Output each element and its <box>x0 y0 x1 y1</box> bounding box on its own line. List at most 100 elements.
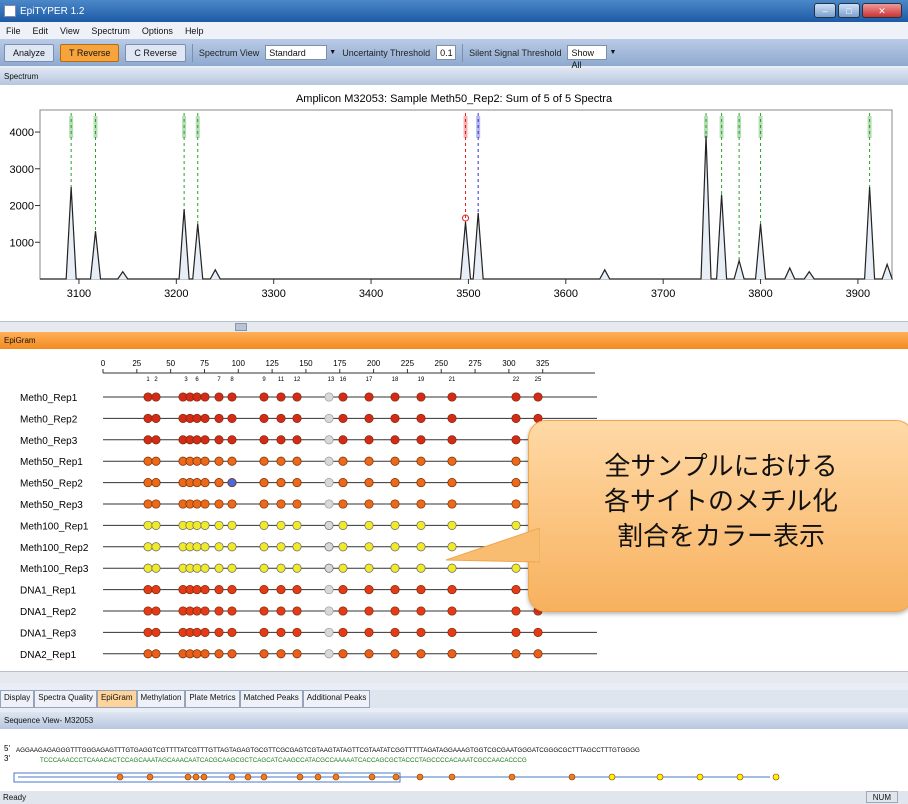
scrollbar-thumb[interactable] <box>235 323 247 331</box>
tab-epigram[interactable]: EpiGram <box>96 690 137 708</box>
strand-label: 3' <box>4 754 10 763</box>
cpg-site-dot <box>143 542 153 552</box>
silent-signal-threshold-select[interactable]: Show All <box>567 45 608 70</box>
site-label: 18 <box>392 377 399 383</box>
spectrum-view-select[interactable]: Standard <box>265 45 328 60</box>
tab-plate-metrics[interactable]: Plate Metrics <box>185 690 240 708</box>
c-reverse-button[interactable]: C Reverse <box>125 43 186 62</box>
spectrum-trace <box>40 135 893 280</box>
sequence-site-dot <box>314 773 322 781</box>
sequence-bottom: TCCCAAACCCTCAAACACTCCAGCAAATAGCAAACAATCA… <box>40 757 527 764</box>
cpg-site-dot <box>192 627 202 637</box>
maximize-button[interactable]: □ <box>838 3 860 18</box>
menu-spectrum[interactable]: Spectrum <box>85 26 136 36</box>
spectrum-panel: Amplicon M32053: Sample Meth50_Rep2: Sum… <box>0 85 908 321</box>
sample-label: DNA1_Rep1 <box>20 586 77 597</box>
epigram-scrollbar[interactable] <box>0 671 908 683</box>
cpg-site-dot <box>143 563 153 573</box>
sequence-site-dot <box>368 773 376 781</box>
cpg-site-dot <box>200 478 210 488</box>
cpg-site-dot <box>214 627 224 637</box>
cpg-site-dot <box>143 499 153 509</box>
cpg-site-dot <box>416 392 426 402</box>
sequence-top: AGGAAGAGAGGGTTTGGGAGAGTTTGTGAGGTCGTTTTAT… <box>16 747 640 754</box>
tab-methylation[interactable]: Methylation <box>136 690 186 708</box>
cpg-site-dot <box>259 478 269 488</box>
cpg-site-dot <box>338 542 348 552</box>
spectrum-scrollbar[interactable] <box>0 321 908 332</box>
cpg-site-dot <box>200 456 210 466</box>
cpg-site-dot <box>447 413 457 423</box>
cpg-site-dot <box>292 649 302 659</box>
sample-label: Meth50_Rep2 <box>20 479 83 490</box>
menu-view[interactable]: View <box>54 26 85 36</box>
cpg-site-dot <box>259 456 269 466</box>
cpg-site-dot <box>200 649 210 659</box>
cpg-site-dot <box>276 520 286 530</box>
menu-options[interactable]: Options <box>136 26 179 36</box>
sequence-panel-header: Sequence View- M32053 <box>0 712 908 729</box>
ruler-tick-label: 25 <box>132 359 141 368</box>
sequence-view: 5' 3' AGGAAGAGAGGGTTTGGGAGAGTTTGTGAGGTCG… <box>0 729 908 791</box>
ruler-tick-label: 225 <box>401 359 415 368</box>
sequence-site-dot <box>416 773 424 781</box>
cpg-site-dot <box>447 585 457 595</box>
cpg-site-dot <box>511 627 521 637</box>
cpg-site-dot <box>324 542 334 552</box>
peak-marker-label <box>704 116 709 138</box>
cpg-site-dot <box>416 499 426 509</box>
cpg-site-dot <box>200 563 210 573</box>
app-window: EpiTYPER 1.2 – □ ✕ File Edit View Spectr… <box>0 0 908 804</box>
tab-matched-peaks[interactable]: Matched Peaks <box>239 690 303 708</box>
cpg-site-dot <box>511 413 521 423</box>
cpg-site-dot <box>390 627 400 637</box>
close-button[interactable]: ✕ <box>862 3 902 18</box>
cpg-site-dot <box>151 499 161 509</box>
cpg-site-dot <box>390 413 400 423</box>
sample-label: DNA1_Rep3 <box>20 628 77 639</box>
sequence-site-dot <box>192 773 200 781</box>
callout-pointer <box>445 527 540 563</box>
cpg-site-dot <box>338 585 348 595</box>
tab-display[interactable]: Display <box>0 690 35 708</box>
cpg-site-dot <box>192 435 202 445</box>
site-label: 8 <box>230 377 234 383</box>
cpg-site-dot <box>276 478 286 488</box>
cpg-site-dot <box>390 606 400 616</box>
num-lock-indicator: NUM <box>865 791 898 803</box>
cpg-site-dot <box>276 435 286 445</box>
t-reverse-button[interactable]: T Reverse <box>60 43 120 62</box>
uncertainty-threshold-input[interactable]: 0.1 <box>436 45 457 60</box>
cpg-site-dot <box>143 649 153 659</box>
sequence-site-dot <box>260 773 268 781</box>
cpg-site-dot <box>259 627 269 637</box>
cpg-site-dot <box>511 606 521 616</box>
sequence-site-dot <box>568 773 576 781</box>
menu-help[interactable]: Help <box>179 26 210 36</box>
sequence-site-dot <box>116 773 124 781</box>
site-label: 12 <box>294 377 301 383</box>
cpg-site-dot <box>151 435 161 445</box>
cpg-site-dot <box>227 392 237 402</box>
tab-spectra-quality[interactable]: Spectra Quality <box>34 690 97 708</box>
site-label: 3 <box>184 377 188 383</box>
analyze-button[interactable]: Analyze <box>4 43 55 62</box>
cpg-site-dot <box>214 392 224 402</box>
cpg-site-dot <box>533 649 543 659</box>
peak-marker-label <box>737 116 742 138</box>
cpg-site-dot <box>227 478 237 488</box>
menu-edit[interactable]: Edit <box>27 26 55 36</box>
menu-file[interactable]: File <box>0 26 27 36</box>
cpg-site-dot <box>259 563 269 573</box>
cpg-site-dot <box>192 499 202 509</box>
cpg-site-dot <box>390 563 400 573</box>
sample-label: DNA2_Rep1 <box>20 650 77 661</box>
tab-additional-peaks[interactable]: Additional Peaks <box>302 690 371 708</box>
cpg-site-dot <box>200 499 210 509</box>
chevron-down-icon[interactable]: ▼ <box>329 49 336 56</box>
minimize-button[interactable]: – <box>814 3 836 18</box>
chevron-down-icon[interactable]: ▼ <box>609 49 616 56</box>
cpg-site-dot <box>200 606 210 616</box>
cpg-site-dot <box>511 649 521 659</box>
sample-label: Meth0_Rep1 <box>20 393 78 404</box>
